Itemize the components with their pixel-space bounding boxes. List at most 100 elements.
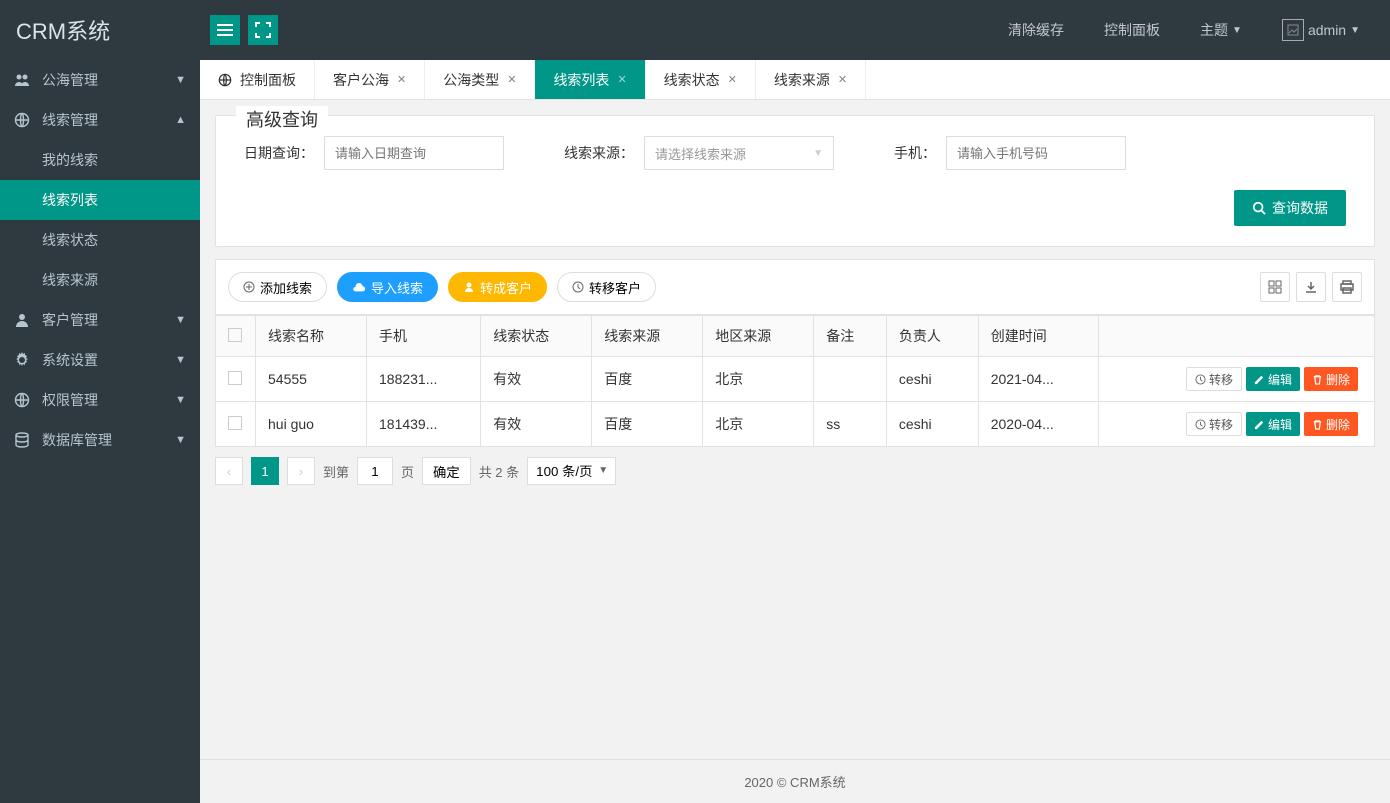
cell-status: 有效 [481,357,592,402]
tab-客户公海[interactable]: 客户公海✕ [315,60,425,99]
close-icon[interactable]: ✕ [397,73,406,86]
pagination: ‹ 1 › 到第 页 确定 共 2 条 100 条/页 [215,447,1375,495]
query-button[interactable]: 查询数据 [1234,190,1346,226]
close-icon[interactable]: ✕ [617,73,626,86]
avatar [1282,19,1304,41]
close-icon[interactable]: ✕ [507,73,516,86]
gear-icon [14,352,34,368]
chevron-down-icon: ▼ [175,394,186,406]
print-icon [1340,280,1354,294]
goto-confirm-button[interactable]: 确定 [422,457,471,485]
row-edit-button[interactable]: 编辑 [1246,367,1300,391]
menu-toggle-button[interactable] [210,15,240,45]
table-row: hui guo181439...有效百度北京ssceshi2020-04...转… [216,402,1375,447]
tab-bar: 控制面板客户公海✕公海类型✕线索列表✕线索状态✕线索来源✕ [200,60,1390,100]
convert-customer-button[interactable]: 转成客户 [448,272,547,302]
goto-label: 到第 [323,462,349,481]
app-logo: CRM系统 [0,14,200,46]
toolbar: 添加线索 导入线索 转成客户 转移客户 [215,259,1375,315]
row-checkbox[interactable] [228,371,242,385]
tab-线索列表[interactable]: 线索列表 ✕ [535,60,645,99]
cell-owner: ceshi [886,402,978,447]
row-transfer-button[interactable]: 转移 [1186,367,1242,391]
column-header: 线索名称 [256,316,367,357]
cell-created: 2020-04... [978,402,1099,447]
cell-phone: 188231... [367,357,481,402]
column-header: 负责人 [886,316,978,357]
caret-down-icon: ▼ [813,148,823,159]
phone-label: 手机： [894,143,936,163]
cell-remark [814,357,887,402]
sidebar-item-数据库管理[interactable]: 数据库管理▼ [0,420,200,460]
row-delete-button[interactable]: 删除 [1304,367,1358,391]
tab-线索来源[interactable]: 线索来源✕ [756,60,866,99]
sidebar-item-线索管理[interactable]: 线索管理▲ [0,100,200,140]
prev-page-button[interactable]: ‹ [215,457,243,485]
row-transfer-button[interactable]: 转移 [1186,412,1242,436]
select-all-checkbox[interactable] [228,328,242,342]
cell-name: hui guo [256,402,367,447]
date-query-label: 日期查询： [244,143,314,163]
chevron-up-icon: ▲ [175,114,186,126]
chevron-down-icon: ▼ [175,354,186,366]
sidebar-subitem-我的线索[interactable]: 我的线索 [0,140,200,180]
edit-icon [1254,419,1265,430]
sidebar-item-label: 数据库管理 [42,430,112,450]
theme-menu[interactable]: 主题 ▼ [1200,20,1242,40]
sidebar-subitem-线索状态[interactable]: 线索状态 [0,220,200,260]
tab-label: 线索列表 [553,70,609,90]
per-page-select[interactable]: 100 条/页 [527,457,616,485]
globe-icon [14,112,34,128]
control-panel-link[interactable]: 控制面板 [1104,20,1160,40]
sidebar-subitem-线索来源[interactable]: 线索来源 [0,260,200,300]
clock-icon [1195,419,1206,430]
search-icon [1252,201,1266,215]
source-label: 线索来源： [564,143,634,163]
user-menu[interactable]: admin ▼ [1282,19,1360,41]
edit-icon [1254,374,1265,385]
page-1-button[interactable]: 1 [251,457,279,485]
phone-input[interactable] [946,136,1126,170]
column-header-actions [1099,316,1375,357]
source-select[interactable]: 请选择线索来源 ▼ [644,136,834,170]
sidebar-item-系统设置[interactable]: 系统设置▼ [0,340,200,380]
cell-created: 2021-04... [978,357,1099,402]
broken-image-icon [1287,24,1299,36]
date-query-input[interactable] [324,136,504,170]
menu-icon [217,22,233,38]
close-icon[interactable]: ✕ [728,73,737,86]
sidebar-item-label: 客户管理 [42,310,98,330]
export-button[interactable] [1296,272,1326,302]
row-checkbox[interactable] [228,416,242,430]
tab-线索状态[interactable]: 线索状态 ✕ [646,60,756,99]
row-delete-button[interactable]: 删除 [1304,412,1358,436]
columns-button[interactable] [1260,272,1290,302]
sidebar-item-权限管理[interactable]: 权限管理▼ [0,380,200,420]
tab-控制面板[interactable]: 控制面板 [200,60,315,99]
cloud-upload-icon [352,281,366,293]
globe-icon [14,392,34,408]
tab-label: 线索状态 [664,70,720,90]
transfer-customer-button[interactable]: 转移客户 [557,272,656,302]
user-icon [463,281,475,293]
tab-公海类型[interactable]: 公海类型✕ [425,60,535,99]
import-lead-button[interactable]: 导入线索 [337,272,438,302]
trash-icon [1312,374,1323,385]
cell-region: 北京 [703,357,814,402]
clear-cache-link[interactable]: 清除缓存 [1008,20,1064,40]
sidebar-item-客户管理[interactable]: 客户管理▼ [0,300,200,340]
fullscreen-button[interactable] [248,15,278,45]
cell-source: 百度 [592,402,703,447]
clock-icon [1195,374,1206,385]
next-page-button[interactable]: › [287,457,315,485]
goto-page-input[interactable] [357,457,393,485]
sidebar-item-公海管理[interactable]: 公海管理▼ [0,60,200,100]
print-button[interactable] [1332,272,1362,302]
sidebar-subitem-线索列表[interactable]: 线索列表 [0,180,200,220]
cell-owner: ceshi [886,357,978,402]
close-icon[interactable]: ✕ [838,73,847,86]
add-lead-button[interactable]: 添加线索 [228,272,327,302]
trash-icon [1312,419,1323,430]
row-edit-button[interactable]: 编辑 [1246,412,1300,436]
search-legend: 高级查询 [236,106,328,132]
